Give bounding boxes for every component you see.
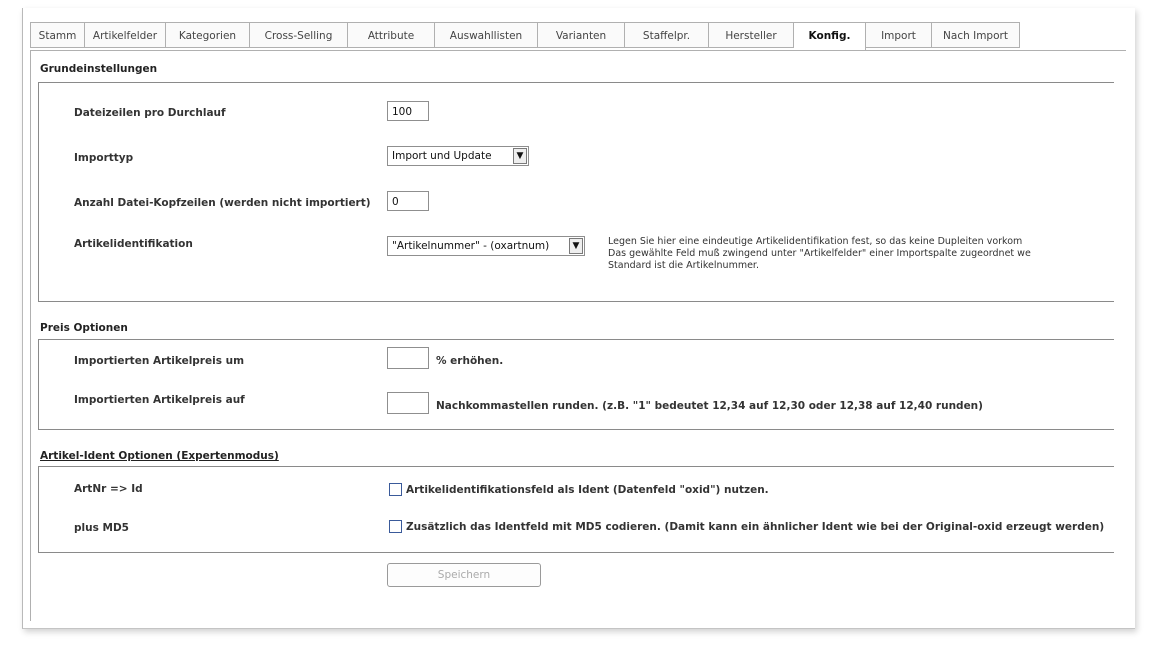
artikelidentifikation-select[interactable]: "Artikelnummer" - (oxartnum) ▼ [387, 236, 585, 256]
tab-staffelpreise[interactable]: Staffelpr. [625, 22, 709, 48]
tab-nach-import[interactable]: Nach Import [932, 22, 1020, 48]
tab-hersteller[interactable]: Hersteller [709, 22, 794, 48]
section-title-grundeinstellungen: Grundeinstellungen [40, 63, 158, 75]
chevron-down-icon[interactable]: ▼ [569, 238, 583, 254]
md5-label: plus MD5 [74, 522, 129, 534]
tab-import[interactable]: Import [866, 22, 932, 48]
md5-checkbox[interactable] [389, 520, 402, 533]
kopfzeilen-input[interactable]: 0 [387, 191, 429, 211]
ident-optionen-box [38, 466, 1114, 553]
tab-stamm[interactable]: Stamm [30, 22, 85, 48]
preis-erhoehen-label: Importierten Artikelpreis um [74, 355, 245, 367]
dateizeilen-label: Dateizeilen pro Durchlauf [74, 107, 226, 119]
tab-attribute[interactable]: Attribute [348, 22, 435, 48]
artikelidentifikation-value: "Artikelnummer" - (oxartnum) [392, 240, 550, 252]
preis-runden-input[interactable] [387, 392, 429, 414]
md5-text: Zusätzlich das Identfeld mit MD5 codiere… [406, 521, 1105, 533]
tab-varianten[interactable]: Varianten [538, 22, 625, 48]
importtyp-label: Importtyp [74, 152, 134, 164]
importtyp-select[interactable]: Import und Update ▼ [387, 146, 529, 166]
kopfzeilen-label: Anzahl Datei-Kopfzeilen (werden nicht im… [74, 197, 371, 209]
preis-runden-suffix: Nachkommastellen runden. (z.B. "1" bedeu… [436, 400, 983, 412]
tab-konfig[interactable]: Konfig. [794, 22, 866, 51]
ident-hint-line1: Legen Sie hier eine eindeutige Artikelid… [608, 236, 1023, 247]
preis-optionen-box [38, 339, 1114, 430]
tab-cross-selling[interactable]: Cross-Selling [250, 22, 348, 48]
tab-artikelfelder[interactable]: Artikelfelder [85, 22, 166, 48]
ident-label: Artikelidentifikation [74, 238, 193, 250]
preis-erhoehen-suffix: % erhöhen. [436, 355, 504, 367]
artnr-id-label: ArtNr => Id [74, 483, 143, 495]
preis-erhoehen-input[interactable] [387, 347, 429, 369]
chevron-down-icon[interactable]: ▼ [513, 148, 527, 164]
section-title-preis-optionen: Preis Optionen [40, 322, 128, 334]
save-button[interactable]: Speichern [387, 563, 541, 587]
ident-hint-line2: Das gewählte Feld muß zwingend unter "Ar… [608, 248, 1031, 259]
artnr-id-checkbox[interactable] [389, 483, 402, 496]
section-title-ident-optionen: Artikel-Ident Optionen (Expertenmodus) [40, 450, 279, 462]
importtyp-value: Import und Update [392, 150, 492, 162]
tab-bar: Stamm Artikelfelder Kategorien Cross-Sel… [30, 22, 1020, 51]
dateizeilen-input[interactable]: 100 [387, 101, 429, 121]
tab-auswahllisten[interactable]: Auswahllisten [435, 22, 538, 48]
preis-runden-label: Importierten Artikelpreis auf [74, 394, 245, 406]
ident-hint-line3: Standard ist die Artikelnummer. [608, 260, 759, 271]
artnr-id-text: Artikelidentifikationsfeld als Ident (Da… [406, 484, 769, 496]
tab-kategorien[interactable]: Kategorien [166, 22, 250, 48]
